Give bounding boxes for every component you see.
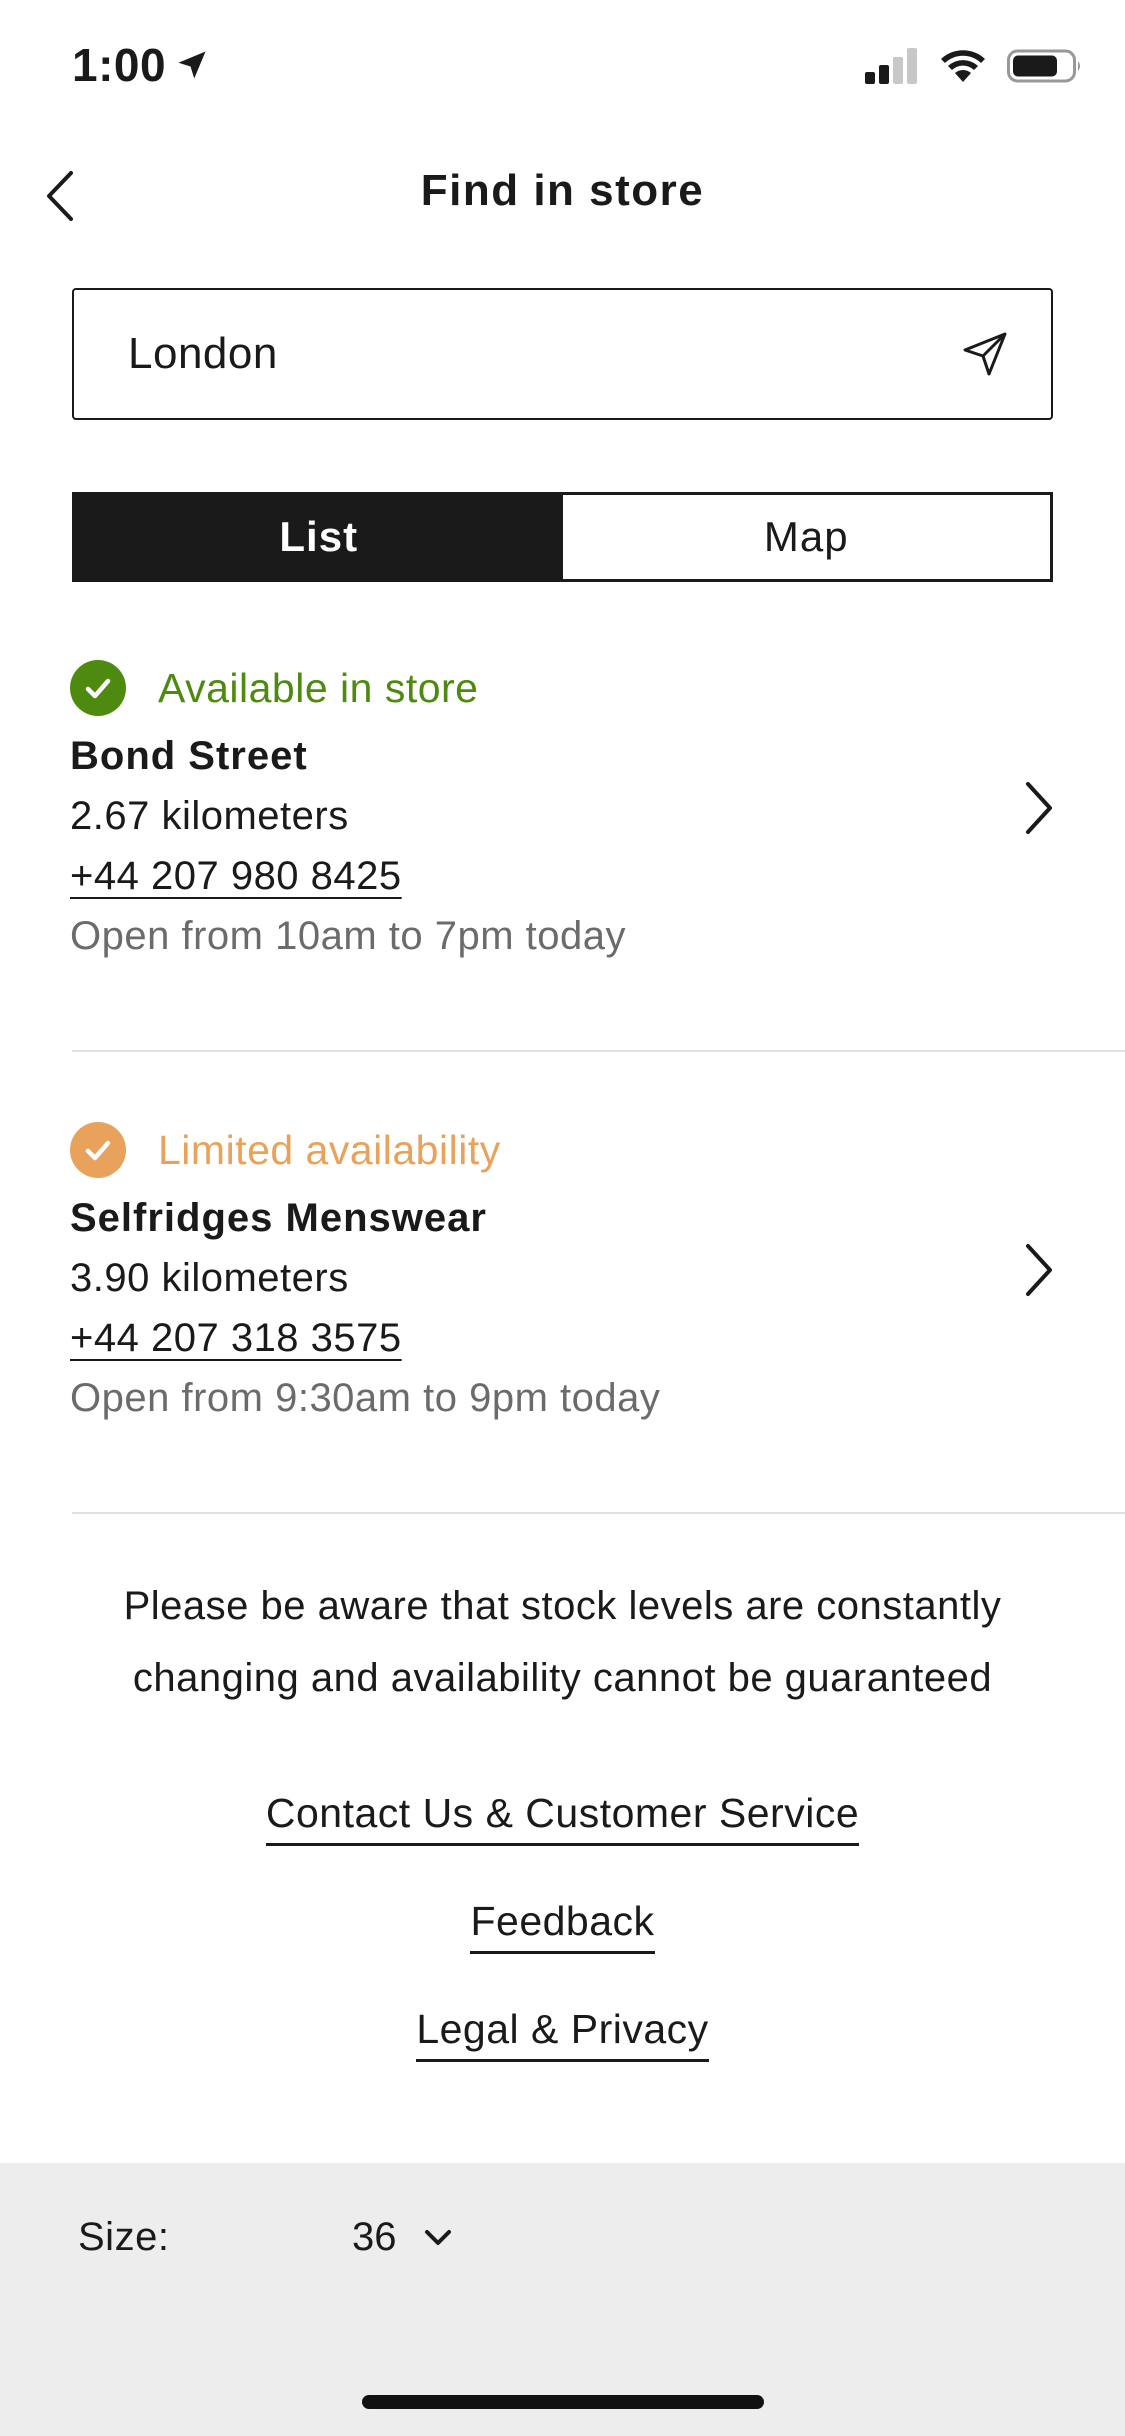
store-list-item[interactable]: Available in store Bond Street 2.67 kilo… [0, 660, 1125, 960]
divider [72, 1512, 1125, 1514]
tab-map[interactable]: Map [562, 495, 1050, 579]
availability-text: Limited availability [158, 1126, 501, 1173]
feedback-link[interactable]: Feedback [470, 1898, 655, 1954]
availability-text: Available in store [158, 664, 479, 711]
footer-link-item: Contact Us & Customer Service [0, 1790, 1125, 1846]
use-current-location-button[interactable] [959, 328, 1011, 380]
nav-bar: Find in store [0, 150, 1125, 240]
store-distance: 2.67 kilometers [70, 794, 349, 838]
store-hours: Open from 10am to 7pm today [70, 914, 626, 958]
chevron-right-icon [1026, 1244, 1052, 1296]
chevron-down-icon [424, 2229, 451, 2245]
battery-icon [1007, 49, 1080, 83]
location-search-box [72, 288, 1053, 420]
status-time-text: 1:00 [72, 39, 167, 91]
size-bar: Size: 36 [0, 2163, 1125, 2436]
location-search-input[interactable] [128, 290, 908, 418]
contact-us-link[interactable]: Contact Us & Customer Service [265, 1790, 860, 1846]
size-value: 36 [352, 2215, 397, 2259]
location-arrow-icon [178, 51, 206, 79]
check-circle-icon [70, 660, 126, 716]
location-arrow-icon [963, 332, 1007, 376]
status-bar: 1:00 [0, 0, 1125, 135]
stock-notice: Please be aware that stock levels are co… [123, 1584, 1002, 1700]
legal-privacy-link[interactable]: Legal & Privacy [416, 2006, 709, 2062]
tab-list[interactable]: List [75, 495, 563, 579]
size-dropdown[interactable]: 36 [352, 2215, 453, 2260]
home-indicator [362, 2395, 764, 2409]
wifi-icon [941, 50, 985, 82]
store-name: Selfridges Menswear [70, 1196, 487, 1240]
availability-status: Limited availability [70, 1122, 501, 1178]
store-phone-link[interactable]: +44 207 980 8425 [70, 854, 402, 899]
check-circle-icon [70, 1122, 126, 1178]
availability-status: Available in store [70, 660, 478, 716]
store-list-item[interactable]: Limited availability Selfridges Menswear… [0, 1122, 1125, 1422]
footer-link-item: Legal & Privacy [0, 2006, 1125, 2062]
cellular-signal-icon [865, 48, 917, 84]
footer-link-item: Feedback [0, 1898, 1125, 1954]
view-toggle: List Map [72, 492, 1053, 582]
status-indicators [865, 48, 1083, 84]
size-label: Size: [78, 2215, 170, 2259]
store-phone-link[interactable]: +44 207 318 3575 [70, 1316, 402, 1361]
divider [72, 1050, 1125, 1052]
store-name: Bond Street [70, 734, 308, 778]
store-hours: Open from 9:30am to 9pm today [70, 1376, 661, 1420]
status-time: 1:00 [72, 38, 210, 92]
chevron-right-icon [1026, 782, 1052, 834]
page-title: Find in store [420, 166, 705, 215]
store-distance: 3.90 kilometers [70, 1256, 349, 1300]
